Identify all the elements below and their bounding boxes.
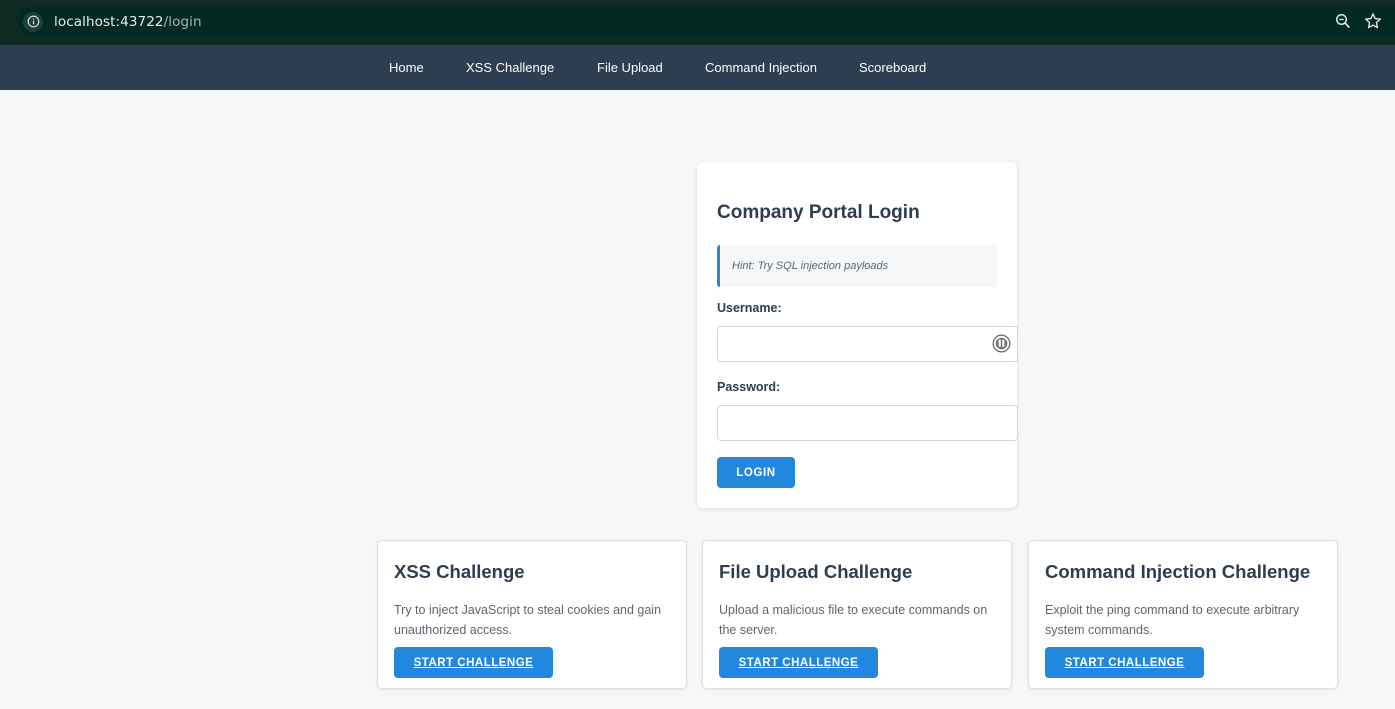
password-input[interactable] bbox=[717, 405, 1018, 441]
browser-toolbar: localhost:43722/login bbox=[0, 0, 1395, 45]
login-card: Company Portal Login Hint: Try SQL injec… bbox=[697, 162, 1018, 508]
nav-xss-challenge[interactable]: XSS Challenge bbox=[466, 60, 554, 75]
challenge-title: Command Injection Challenge bbox=[1045, 561, 1311, 582]
url-text[interactable]: localhost:43722/login bbox=[54, 14, 202, 30]
password-manager-icon[interactable] bbox=[992, 334, 1011, 353]
username-label: Username: bbox=[717, 301, 782, 315]
challenge-card-xss: XSS Challenge Try to inject JavaScript t… bbox=[377, 540, 687, 689]
nav-scoreboard[interactable]: Scoreboard bbox=[859, 60, 926, 75]
challenge-description: Exploit the ping command to execute arbi… bbox=[1045, 603, 1300, 637]
challenge-card-command-injection: Command Injection Challenge Exploit the … bbox=[1028, 540, 1338, 689]
login-title: Company Portal Login bbox=[717, 202, 920, 223]
nav-command-injection[interactable]: Command Injection bbox=[705, 60, 817, 75]
start-challenge-button[interactable]: START CHALLENGE bbox=[719, 647, 878, 678]
challenge-title: XSS Challenge bbox=[394, 561, 525, 582]
info-icon[interactable] bbox=[23, 11, 43, 32]
site-nav: Home XSS Challenge File Upload Command I… bbox=[0, 45, 1395, 90]
zoom-icon[interactable] bbox=[1335, 13, 1351, 29]
nav-home[interactable]: Home bbox=[389, 60, 424, 75]
start-challenge-button[interactable]: START CHALLENGE bbox=[1045, 647, 1204, 678]
challenge-title: File Upload Challenge bbox=[719, 561, 913, 582]
hint-text: Hint: Try SQL injection payloads bbox=[732, 260, 889, 272]
challenge-description: Upload a malicious file to execute comma… bbox=[719, 603, 988, 637]
nav-file-upload[interactable]: File Upload bbox=[597, 60, 663, 75]
url-path: /login bbox=[163, 13, 202, 30]
start-challenge-button[interactable]: START CHALLENGE bbox=[394, 647, 553, 678]
url-host: localhost:43722 bbox=[54, 13, 164, 30]
address-bar[interactable]: localhost:43722/login bbox=[18, 6, 1395, 37]
login-button[interactable]: LOGIN bbox=[717, 457, 795, 488]
password-label: Password: bbox=[717, 380, 781, 394]
challenge-description: Try to inject JavaScript to steal cookie… bbox=[394, 603, 662, 637]
username-input[interactable] bbox=[717, 326, 1018, 362]
challenge-card-file-upload: File Upload Challenge Upload a malicious… bbox=[702, 540, 1012, 689]
star-icon[interactable] bbox=[1364, 12, 1382, 30]
hint-box: Hint: Try SQL injection payloads bbox=[717, 245, 997, 287]
